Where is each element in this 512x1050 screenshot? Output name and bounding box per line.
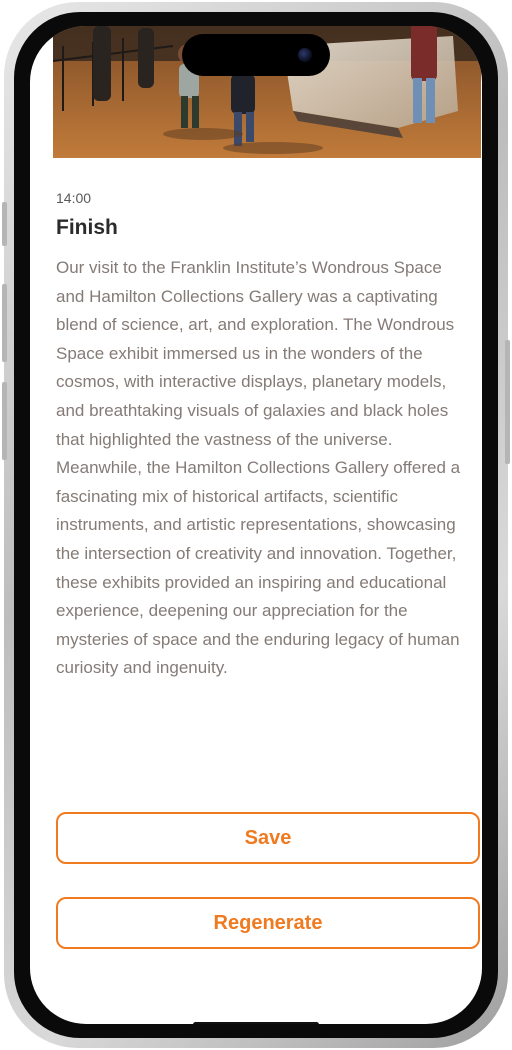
phone-frame: 14:00 Finish Our visit to the Franklin I… bbox=[2, 2, 510, 1048]
entry-description: Our visit to the Franklin Institute’s Wo… bbox=[56, 258, 461, 678]
volume-up-button bbox=[2, 284, 7, 362]
power-button bbox=[505, 340, 510, 464]
screen: 14:00 Finish Our visit to the Franklin I… bbox=[30, 26, 482, 1024]
bezel: 14:00 Finish Our visit to the Franklin I… bbox=[14, 12, 498, 1038]
save-button[interactable]: Save bbox=[56, 812, 480, 864]
itinerary-entry: 14:00 Finish Our visit to the Franklin I… bbox=[56, 190, 466, 683]
dynamic-island bbox=[182, 34, 330, 76]
home-indicator[interactable] bbox=[193, 1022, 319, 1024]
regenerate-button[interactable]: Regenerate bbox=[56, 897, 480, 949]
front-camera-icon bbox=[298, 48, 312, 62]
volume-down-button bbox=[2, 382, 7, 460]
entry-time: 14:00 bbox=[56, 190, 92, 206]
action-button bbox=[2, 202, 7, 246]
entry-title: Finish bbox=[56, 216, 118, 239]
